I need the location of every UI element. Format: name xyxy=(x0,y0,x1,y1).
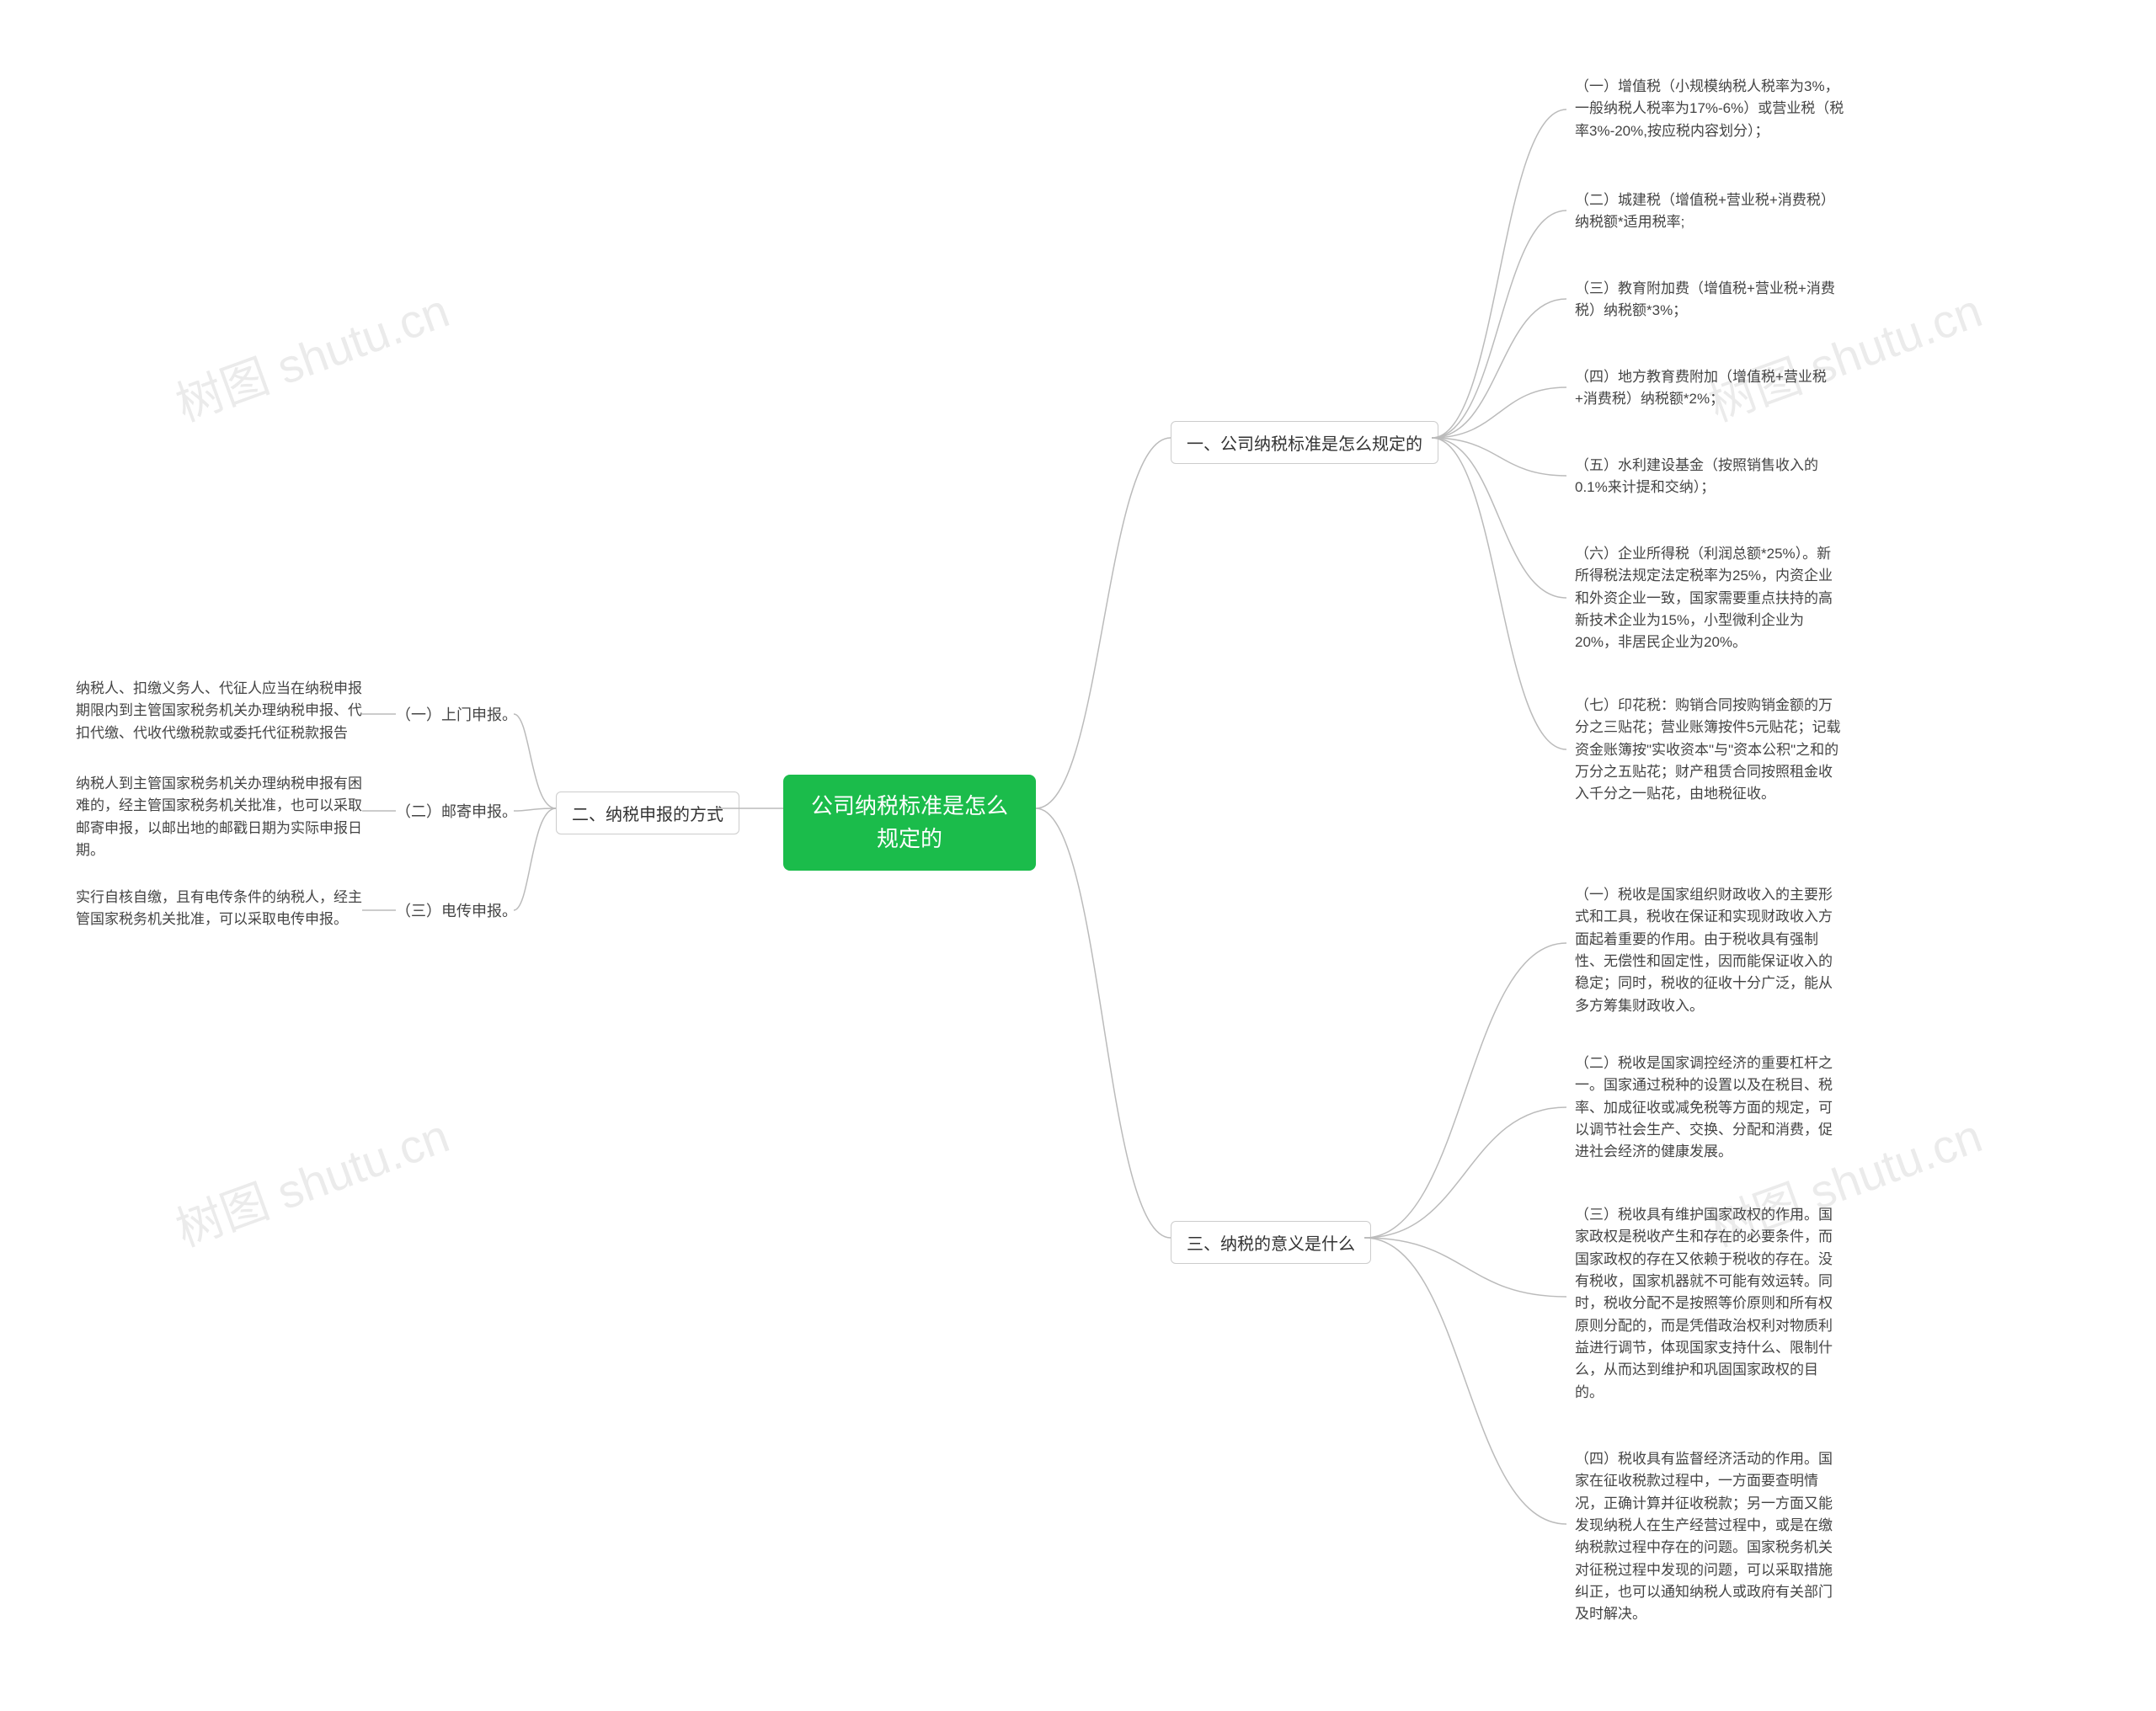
watermark: 树图 shutu.cn xyxy=(165,273,457,434)
branch-2: 二、纳税申报的方式 xyxy=(556,792,739,834)
branch2-desc-2: 纳税人到主管国家税务机关办理纳税申报有困难的，经主管国家税务机关批准，也可以采取… xyxy=(76,773,362,861)
branch2-sub-1: （一）上门申报。 xyxy=(396,703,517,725)
branch1-item-7: （七）印花税：购销合同按购销金额的万分之三贴花；营业账簿按件5元贴花；记载资金账… xyxy=(1575,695,1844,806)
watermark: 树图 shutu.cn xyxy=(165,1098,457,1260)
branch-3: 三、纳税的意义是什么 xyxy=(1171,1221,1371,1264)
branch3-item-2: （二）税收是国家调控经济的重要杠杆之一。国家通过税种的设置以及在税目、税率、加成… xyxy=(1575,1053,1844,1164)
center-node: 公司纳税标准是怎么规定的 xyxy=(783,775,1036,871)
branch1-item-5: （五）水利建设基金（按照销售收入的0.1%来计提和交纳）； xyxy=(1575,455,1844,499)
branch1-item-2: （二）城建税（增值税+营业税+消费税）纳税额*适用税率; xyxy=(1575,189,1844,234)
branch2-desc-1: 纳税人、扣缴义务人、代征人应当在纳税申报期限内到主管国家税务机关办理纳税申报、代… xyxy=(76,678,362,744)
branch1-item-6: （六）企业所得税（利润总额*25%）。新所得税法规定法定税率为25%，内资企业和… xyxy=(1575,543,1844,654)
branch2-desc-3: 实行自核自缴，且有电传条件的纳税人，经主管国家税务机关批准，可以采取电传申报。 xyxy=(76,887,362,931)
branch1-item-4: （四）地方教育费附加（增值税+营业税+消费税）纳税额*2%； xyxy=(1575,366,1844,411)
branch3-item-1: （一）税收是国家组织财政收入的主要形式和工具，税收在保证和实现财政收入方面起着重… xyxy=(1575,884,1844,1017)
branch3-item-3: （三）税收具有维护国家政权的作用。国家政权是税收产生和存在的必要条件，而国家政权… xyxy=(1575,1204,1844,1404)
branch1-item-1: （一）增值税（小规模纳税人税率为3%，一般纳税人税率为17%-6%）或营业税（税… xyxy=(1575,76,1844,142)
branch1-item-3: （三）教育附加费（增值税+营业税+消费税）纳税额*3%； xyxy=(1575,278,1844,322)
branch2-sub-3: （三）电传申报。 xyxy=(396,899,517,921)
branch2-sub-2: （二）邮寄申报。 xyxy=(396,800,517,822)
branch3-item-4: （四）税收具有监督经济活动的作用。国家在征收税款过程中，一方面要查明情况，正确计… xyxy=(1575,1448,1844,1626)
branch-1: 一、公司纳税标准是怎么规定的 xyxy=(1171,421,1438,464)
